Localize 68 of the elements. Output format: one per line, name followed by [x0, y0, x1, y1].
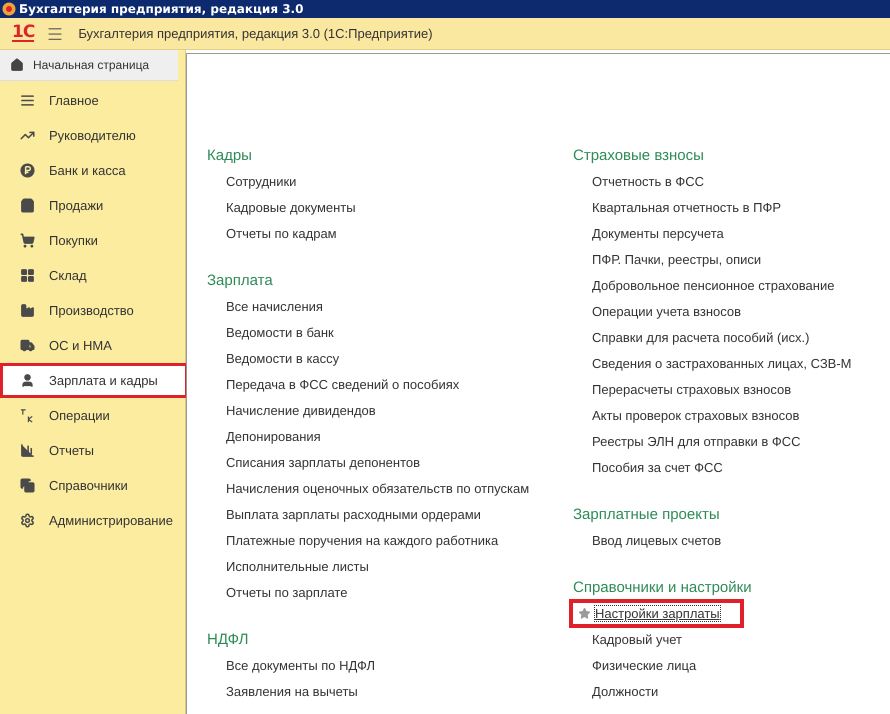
logo: 1С: [12, 25, 34, 42]
section-title: Кадры: [207, 146, 253, 166]
nav-link[interactable]: Сотрудники: [226, 174, 296, 188]
star-icon[interactable]: [578, 606, 590, 620]
nav-link[interactable]: Начисления оценочных обязательств по отпускам: [226, 480, 530, 496]
sidebar-item[interactable]: Производство: [0, 293, 188, 328]
nav-link[interactable]: Выплата зарплаты расходными ордерами: [226, 506, 481, 522]
factory-icon: [19, 303, 35, 318]
sidebar-item[interactable]: Руководителю: [0, 118, 188, 153]
sidebar-item[interactable]: Отчеты: [0, 433, 188, 468]
nav-link[interactable]: Справки для расчета пособий (исх.): [592, 330, 810, 344]
nav-link[interactable]: Добровольное пенсионное страхование: [592, 278, 834, 292]
sidebar-item[interactable]: Операции: [0, 398, 188, 433]
nav-link[interactable]: Кадровый учет: [592, 632, 682, 646]
nav-link[interactable]: Операции учета взносов: [592, 304, 742, 318]
nav-link[interactable]: Исполнительные листы: [226, 558, 369, 574]
nav-link[interactable]: Настройки зарплаты: [595, 606, 720, 620]
nav-link[interactable]: Ведомости в банк: [226, 324, 334, 340]
truck-icon: [19, 338, 35, 353]
section-title: Справочники и настройки: [573, 578, 753, 598]
nav-link[interactable]: Ввод лицевых счетов: [592, 532, 722, 548]
nav-link[interactable]: Акты проверок страховых взносов: [592, 408, 800, 422]
nav-link[interactable]: Сведения о застрахованных лицах, СЗВ-М: [592, 356, 852, 370]
sidebar-item[interactable]: Зарплата и кадры: [0, 363, 188, 398]
grid-icon: [19, 268, 35, 283]
app-title: Бухгалтерия предприятия, редакция 3.0 (1С:Предприятие): [78, 26, 433, 41]
documents-icon: [19, 478, 35, 493]
ruble-icon: [19, 163, 35, 178]
nav-link[interactable]: Все документы по НДФЛ: [226, 658, 376, 672]
nav-link[interactable]: Начисление дивидендов: [226, 402, 376, 418]
debit-credit-icon: [19, 408, 35, 423]
cart-icon: [19, 233, 35, 248]
nav-link[interactable]: Ведомости в кассу: [226, 350, 340, 366]
nav-link[interactable]: Пособия за счет ФСС: [592, 460, 723, 474]
list-icon: [19, 93, 35, 108]
nav-link[interactable]: Передача в ФСС сведений о пособиях: [226, 376, 460, 392]
nav-link[interactable]: Все начисления: [226, 298, 323, 314]
nav-link[interactable]: Заявления на вычеты: [226, 684, 358, 698]
sidebar-item[interactable]: Склад: [0, 258, 188, 293]
nav-link[interactable]: Должности: [592, 684, 658, 698]
sidebar-item[interactable]: Главное: [0, 83, 188, 118]
nav-link[interactable]: Отчеты по кадрам: [226, 226, 337, 240]
nav-link[interactable]: Отчеты по зарплате: [226, 584, 348, 600]
nav-link[interactable]: Реестры ЭЛН для отправки в ФСС: [592, 434, 801, 448]
nav-link[interactable]: Кадровые документы: [226, 200, 356, 214]
nav-link[interactable]: Отчетность в ФСС: [592, 174, 704, 188]
nav-link[interactable]: Физические лица: [592, 658, 696, 672]
nav-link[interactable]: ПФР. Пачки, реестры, описи: [592, 252, 762, 266]
sidebar-item[interactable]: ОС и НМА: [0, 328, 188, 363]
home-tab[interactable]: Начальная страница: [0, 50, 178, 81]
section-title: Страховые взносы: [573, 146, 705, 166]
nav-link[interactable]: Списания зарплаты депонентов: [226, 454, 420, 470]
section-title: НДФЛ: [207, 630, 250, 650]
sidebar-item[interactable]: Продажи: [0, 188, 188, 223]
section-title: Зарплата: [207, 270, 274, 290]
nav-link[interactable]: Перерасчеты страховых взносов: [592, 382, 792, 396]
sidebar-item[interactable]: Покупки: [0, 223, 188, 258]
nav-link[interactable]: Документы персучета: [592, 226, 724, 240]
window-title: Бухгалтерия предприятия, редакция 3.0: [19, 2, 304, 16]
nav-link[interactable]: Квартальная отчетность в ПФР: [592, 200, 782, 214]
sidebar-item[interactable]: Справочники: [0, 468, 188, 503]
home-icon: [10, 58, 24, 72]
section-title: Зарплатные проекты: [573, 504, 721, 524]
nav-link[interactable]: Платежные поручения на каждого работника: [226, 532, 498, 548]
sidebar-item[interactable]: Администрирование: [0, 503, 188, 538]
settings-icon: [19, 513, 35, 528]
app-icon: [2, 2, 16, 16]
nav-link[interactable]: Депонирования: [226, 428, 321, 444]
